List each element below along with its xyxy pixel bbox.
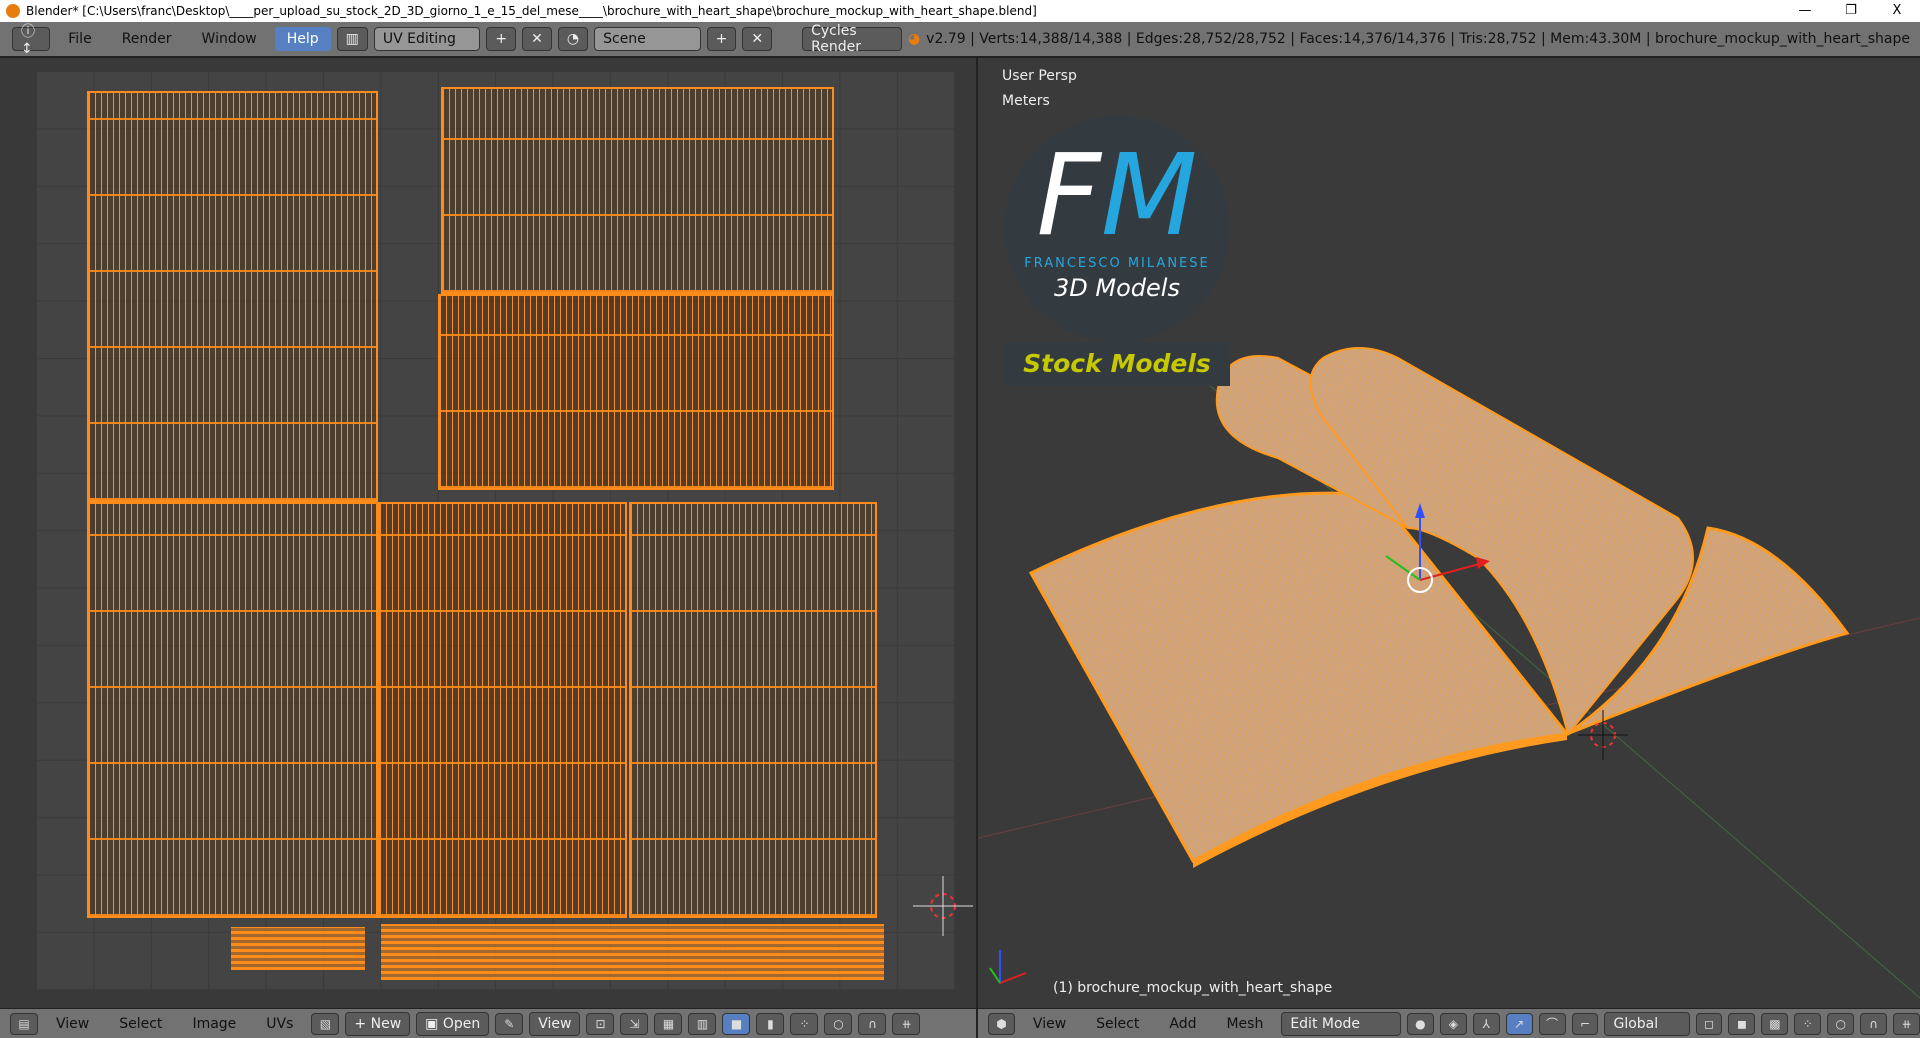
scene-icon[interactable]: ◔ xyxy=(557,27,589,51)
menu-help[interactable]: Help xyxy=(274,27,331,51)
add-screen-button[interactable]: + xyxy=(486,27,517,51)
window-title: Blender* [C:\Users\franc\Desktop\____per… xyxy=(26,4,1037,18)
snap-icon[interactable]: ∩ xyxy=(858,1012,887,1035)
proportional-edit-icon[interactable]: ○ xyxy=(1827,1012,1855,1035)
proportional-edit-icon[interactable]: ○ xyxy=(824,1012,853,1035)
snap-increment-icon[interactable]: ⧺ xyxy=(1893,1012,1920,1035)
select-edge-icon[interactable]: ▥ xyxy=(688,1012,717,1035)
pivot-point-icon[interactable]: ◈ xyxy=(1439,1012,1467,1035)
folder-icon: ▣ xyxy=(425,1015,443,1032)
minimize-button[interactable]: — xyxy=(1782,0,1828,22)
uv-strip[interactable] xyxy=(381,924,884,980)
editor-type-image-icon[interactable]: ▤ xyxy=(10,1012,38,1035)
blender-logo-icon xyxy=(6,4,20,18)
maximize-button[interactable]: ❐ xyxy=(1828,0,1874,22)
remove-scene-button[interactable]: ✕ xyxy=(742,27,773,51)
sync-selection-icon[interactable]: ⇲ xyxy=(620,1012,649,1035)
3d-view-header: ⬢ View Select Add Mesh Edit Mode ● ◈ ⅄ ↗… xyxy=(978,1008,1920,1038)
orientation-select[interactable]: Global xyxy=(1604,1011,1690,1036)
render-engine-select[interactable]: Cycles Render xyxy=(802,23,902,55)
view-mode-select[interactable]: View xyxy=(529,1011,581,1036)
object-label: (1) brochure_mockup_with_heart_shape xyxy=(1053,980,1333,996)
select-island-icon[interactable]: ▮ xyxy=(756,1012,785,1035)
viewport-shading-icon[interactable]: ● xyxy=(1406,1012,1434,1035)
3d-menu-view[interactable]: View xyxy=(1021,1012,1078,1036)
uv-menu-image[interactable]: Image xyxy=(180,1012,248,1036)
3d-menu-add[interactable]: Add xyxy=(1157,1012,1208,1036)
stock-models-badge: Stock Models xyxy=(1004,342,1230,386)
screen-layout-field[interactable]: UV Editing xyxy=(373,27,481,51)
uv-island[interactable] xyxy=(441,87,834,294)
image-browse-icon[interactable]: ▧ xyxy=(311,1012,340,1035)
units-label: Meters xyxy=(1002,93,1050,109)
pin-icon[interactable]: ✎ xyxy=(495,1012,524,1035)
occlude-geometry-icon[interactable]: ⁘ xyxy=(1794,1012,1822,1035)
edge-select-mode-icon[interactable]: ◼ xyxy=(1728,1012,1756,1035)
screen-layout-icon[interactable]: ▥ xyxy=(336,27,368,51)
pivot-icon[interactable]: ⊡ xyxy=(586,1012,615,1035)
3d-menu-select[interactable]: Select xyxy=(1084,1012,1151,1036)
snap-icon[interactable]: ∩ xyxy=(1860,1012,1888,1035)
select-face-icon[interactable]: ■ xyxy=(722,1012,751,1035)
snap-increment-icon[interactable]: ⧺ xyxy=(892,1012,921,1035)
title-bar: Blender* [C:\Users\franc\Desktop\____per… xyxy=(0,0,1920,22)
3d-menu-mesh[interactable]: Mesh xyxy=(1214,1012,1275,1036)
3d-cursor-icon xyxy=(1578,710,1628,760)
view-name: User Persp xyxy=(1002,68,1077,84)
select-vertex-icon[interactable]: ▦ xyxy=(654,1012,683,1035)
uv-island[interactable] xyxy=(629,502,877,918)
logo-subtitle: 3D Models xyxy=(1054,274,1180,302)
scale-icon[interactable]: ⌐ xyxy=(1571,1012,1599,1035)
menu-file[interactable]: File xyxy=(56,27,103,51)
menu-render[interactable]: Render xyxy=(110,27,184,51)
manipulator-icon[interactable]: ⅄ xyxy=(1472,1012,1500,1035)
translate-icon[interactable]: ↗ xyxy=(1505,1012,1533,1035)
mode-select[interactable]: Edit Mode xyxy=(1281,1011,1401,1036)
open-image-button[interactable]: ▣ Open xyxy=(416,1011,490,1036)
rotate-icon[interactable]: ⌒ xyxy=(1538,1012,1566,1035)
uv-editor[interactable] xyxy=(0,58,976,1008)
new-image-button[interactable]: + New xyxy=(345,1011,411,1036)
uv-island[interactable] xyxy=(438,294,834,490)
uv-menu-view[interactable]: View xyxy=(44,1012,101,1036)
close-button[interactable]: X xyxy=(1874,0,1920,22)
fm-logo: FM FRANCESCO MILANESE 3D Models xyxy=(1004,116,1230,342)
info-editor-type-button[interactable]: ⓘ ↕ xyxy=(12,24,51,57)
sticky-select-icon[interactable]: ⁘ xyxy=(790,1012,819,1035)
editor-type-3d-icon[interactable]: ⬢ xyxy=(988,1012,1015,1035)
menu-window[interactable]: Window xyxy=(190,27,269,51)
logo-name: FRANCESCO MILANESE xyxy=(1024,256,1210,271)
scene-stats: v2.79 | Verts:14,388/14,388 | Edges:28,7… xyxy=(926,31,1910,47)
blender-icon: ◕ xyxy=(907,31,921,47)
plus-icon: + xyxy=(354,1015,371,1032)
uv-menu-uvs[interactable]: UVs xyxy=(254,1012,305,1036)
add-scene-button[interactable]: + xyxy=(706,27,737,51)
uv-menu-select[interactable]: Select xyxy=(107,1012,174,1036)
uv-editor-header: ▤ View Select Image UVs ▧ + New ▣ Open ✎… xyxy=(0,1008,976,1038)
scene-field[interactable]: Scene xyxy=(594,27,701,51)
uv-island[interactable] xyxy=(87,502,378,918)
axis-indicator-icon xyxy=(989,950,1027,984)
uv-island[interactable] xyxy=(87,91,378,502)
uv-island[interactable] xyxy=(378,502,627,918)
remove-screen-button[interactable]: ✕ xyxy=(522,27,552,51)
uv-strip[interactable] xyxy=(231,927,365,970)
face-select-mode-icon[interactable]: ▩ xyxy=(1761,1012,1789,1035)
vertex-select-mode-icon[interactable]: ◻ xyxy=(1695,1012,1723,1035)
2d-cursor-icon xyxy=(913,876,973,936)
info-header: ⓘ ↕ File Render Window Help ▥ UV Editing… xyxy=(0,22,1920,58)
